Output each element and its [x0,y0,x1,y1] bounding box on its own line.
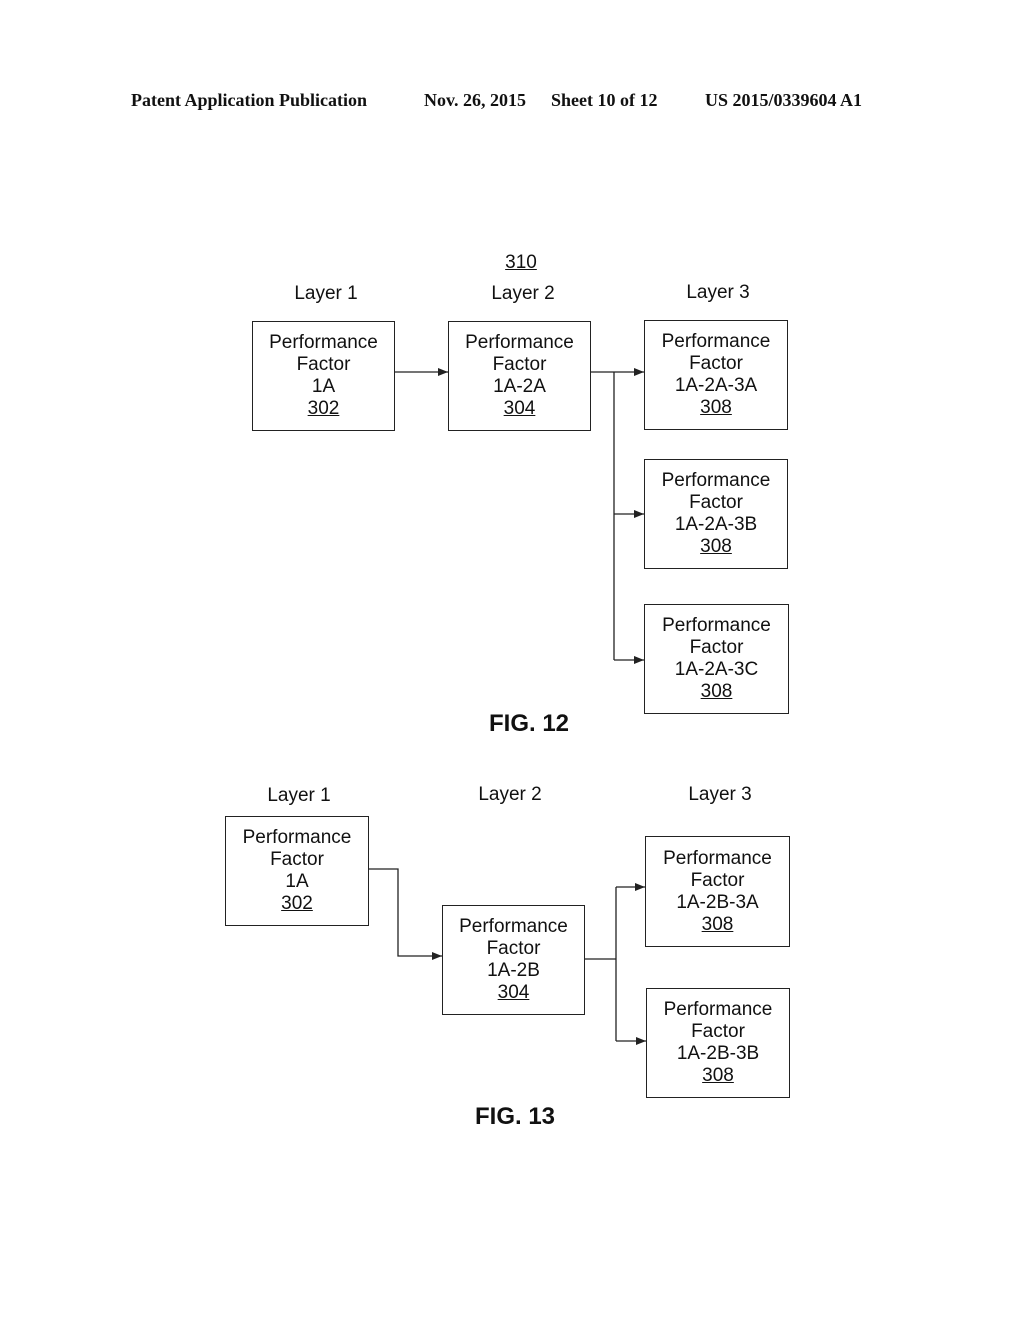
fig12-box-1a-2a: Performance Factor 1A-2A 304 [448,321,591,431]
box-subtitle: Factor [690,869,745,891]
box-subtitle: Factor [691,1021,745,1042]
box-ref: 308 [700,397,732,418]
box-title: Performance [661,331,771,352]
box-title: Performance [269,332,378,353]
box-id: 1A-2A-3B [674,514,758,535]
box-ref: 302 [307,398,340,419]
box-id: 1A-2B-3A [676,891,759,913]
fig13-box-1a: Performance Factor 1A 302 [225,816,369,926]
box-id: 1A [311,376,336,397]
box-title: Performance [465,332,574,353]
fig12-layer-3-label: Layer 3 [686,282,750,303]
fig12-layer-1-label: Layer 1 [294,283,358,304]
box-id: 1A [285,871,309,892]
fig13-box-1a-2b-3a: Performance Factor 1A-2B-3A 308 [645,836,790,947]
box-title: Performance [663,847,772,869]
box-ref: 302 [281,893,313,914]
box-ref: 304 [503,398,536,419]
arrow-1a-to-1a2b [368,868,442,960]
box-title: Performance [662,615,771,636]
fig13-layer-1-label: Layer 1 [267,785,331,806]
box-id: 1A-2B-3B [676,1043,760,1064]
box-subtitle: Factor [492,354,547,375]
box-subtitle: Factor [689,353,743,374]
box-subtitle: Factor [689,492,743,513]
box-id: 1A-2A [493,376,546,397]
box-subtitle: Factor [486,938,541,959]
box-ref: 308 [700,681,733,702]
box-subtitle: Factor [296,354,351,375]
fig13-box-1a-2b-3b: Performance Factor 1A-2B-3B 308 [646,988,790,1098]
box-title: Performance [459,916,568,937]
box-title: Performance [663,999,773,1020]
box-title: Performance [661,470,771,491]
fig12-caption: FIG. 12 [488,710,570,737]
box-ref: 308 [702,1065,734,1086]
box-ref: 308 [700,536,732,557]
box-id: 1A-2A-3A [674,375,758,396]
fig12-box-1a-2a-3a: Performance Factor 1A-2A-3A 308 [644,320,788,430]
fig13-layer-2-label: Layer 2 [478,784,542,805]
fig12-layer-2-label: Layer 2 [491,283,555,304]
fig12-box-1a-2a-3b: Performance Factor 1A-2A-3B 308 [644,459,788,569]
fig12-box-1a-2a-3c: Performance Factor 1A-2A-3C 308 [644,604,789,714]
box-ref: 304 [497,982,530,1003]
box-title: Performance [242,827,352,848]
box-subtitle: Factor [270,849,324,870]
fig13-caption: FIG. 13 [474,1103,556,1130]
fig12-box-1a: Performance Factor 1A 302 [252,321,395,431]
box-id: 1A-2B [487,960,540,981]
box-subtitle: Factor [689,637,744,658]
fig12-reference-310: 310 [505,252,537,273]
fig13-layer-3-label: Layer 3 [688,784,752,805]
box-ref: 308 [701,913,734,935]
box-id: 1A-2A-3C [674,659,759,680]
fig13-box-1a-2b: Performance Factor 1A-2B 304 [442,905,585,1015]
